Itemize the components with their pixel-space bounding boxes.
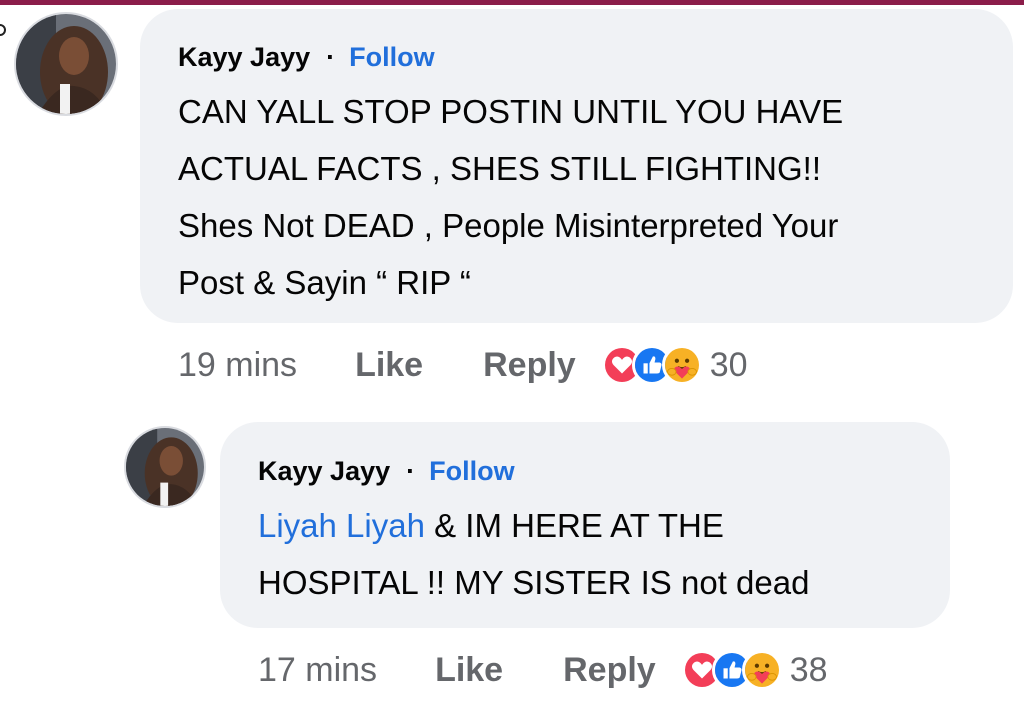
author-name[interactable]: Kayy Jayy xyxy=(258,456,390,487)
reactions-summary[interactable] xyxy=(681,650,782,690)
separator-dot: · xyxy=(406,456,416,486)
comment-line-text: & IM HERE AT THE xyxy=(424,507,724,544)
comment-line: HOSPITAL !! MY SISTER IS not dead xyxy=(258,564,810,601)
author-name[interactable]: Kayy Jayy xyxy=(178,42,310,73)
mention-link[interactable]: Liyah Liyah xyxy=(258,507,425,544)
like-button[interactable]: Like xyxy=(355,346,423,385)
timestamp[interactable]: 17 mins xyxy=(258,651,377,690)
care-icon xyxy=(661,345,702,385)
comment-line: ACTUAL FACTS , SHES STILL FIGHTING!! xyxy=(178,150,822,187)
comment-text: CAN YALL STOP POSTIN UNTIL YOU HAVE ACTU… xyxy=(178,83,843,311)
timestamp[interactable]: 19 mins xyxy=(178,346,297,385)
comment-text: Liyah Liyah & IM HERE AT THE HOSPITAL !!… xyxy=(258,497,809,611)
like-button[interactable]: Like xyxy=(435,651,503,690)
separator-dot: · xyxy=(326,42,336,72)
reaction-count[interactable]: 30 xyxy=(710,346,748,385)
profile-photo-icon xyxy=(126,428,204,506)
avatar[interactable] xyxy=(124,426,206,508)
reply-button[interactable]: Reply xyxy=(483,346,576,385)
reactions-summary[interactable] xyxy=(601,345,702,385)
comment-header: Kayy Jayy · Follow xyxy=(258,456,515,487)
follow-button[interactable]: Follow xyxy=(349,42,434,73)
follow-button[interactable]: Follow xyxy=(429,456,514,487)
comment-line: CAN YALL STOP POSTIN UNTIL YOU HAVE xyxy=(178,93,844,130)
care-icon xyxy=(741,650,782,690)
edge-indicator xyxy=(0,24,6,36)
profile-photo-icon xyxy=(16,14,116,114)
reaction-count[interactable]: 38 xyxy=(790,651,828,690)
top-border xyxy=(0,0,1024,5)
comment-line: Shes Not DEAD , People Misinterpreted Yo… xyxy=(178,207,839,244)
comment-line: Post & Sayin “ RIP “ xyxy=(178,264,471,301)
comment-actions: 17 mins Like Reply 38 xyxy=(258,650,828,690)
avatar[interactable] xyxy=(14,12,118,116)
comment-actions: 19 mins Like Reply 30 xyxy=(178,345,748,385)
comment-line: Liyah Liyah & IM HERE AT THE xyxy=(258,497,809,554)
reply-button[interactable]: Reply xyxy=(563,651,656,690)
comment-header: Kayy Jayy · Follow xyxy=(178,42,435,73)
